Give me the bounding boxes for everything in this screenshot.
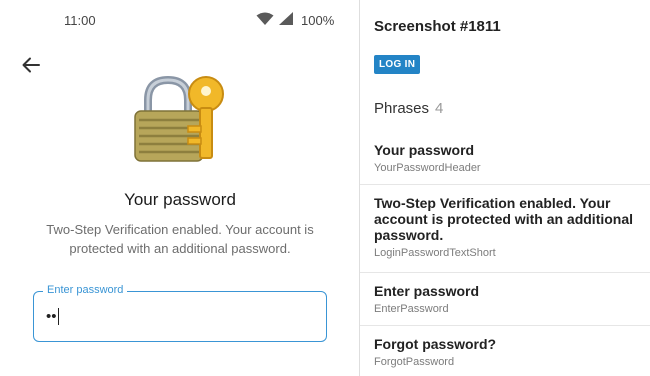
- phrase-text: Two-Step Verification enabled. Your acco…: [374, 195, 634, 243]
- phrase-key: ForgotPassword: [374, 356, 455, 368]
- password-field-label: Enter password: [43, 284, 128, 296]
- phrase-item[interactable]: Forgot password? ForgotPassword: [360, 336, 650, 376]
- signal-icon: [279, 12, 293, 25]
- phrase-item[interactable]: Your password YourPasswordHeader: [360, 142, 650, 185]
- phrases-panel: Screenshot #1811 LOG IN Phrases 4 Your pa…: [360, 0, 650, 376]
- lock-with-key-icon: [134, 75, 224, 162]
- password-input[interactable]: ••: [46, 305, 306, 327]
- password-field[interactable]: Enter password ••: [33, 284, 327, 342]
- login-button[interactable]: LOG IN: [374, 55, 421, 74]
- status-time: 11:00: [64, 13, 96, 28]
- status-bar: 11:00 100%: [0, 0, 360, 38]
- phone-screen: 11:00 100% Your password Two-Step Verifi…: [0, 0, 360, 376]
- password-value: ••: [46, 307, 57, 325]
- phrase-key: YourPasswordHeader: [374, 162, 481, 174]
- battery-level: 100%: [301, 13, 335, 28]
- phrase-item[interactable]: Two-Step Verification enabled. Your acco…: [360, 195, 650, 273]
- text-caret: [57, 307, 60, 325]
- page-title: Your password: [124, 190, 236, 209]
- phrases-count: 4: [435, 100, 444, 117]
- phrase-key: EnterPassword: [374, 303, 449, 315]
- phrases-header: Phrases 4: [374, 100, 443, 117]
- phrase-key: LoginPasswordTextShort: [374, 247, 496, 259]
- phrases-label: Phrases: [374, 100, 430, 117]
- phrase-item[interactable]: Enter password EnterPassword: [360, 283, 650, 326]
- phrase-text: Your password: [374, 142, 475, 158]
- back-button[interactable]: [18, 52, 44, 78]
- wifi-icon: [256, 12, 274, 25]
- panel-title: Screenshot #1811: [374, 18, 501, 35]
- page-subtitle: Two-Step Verification enabled. Your acco…: [46, 222, 314, 256]
- phrase-text: Enter password: [374, 283, 480, 299]
- status-icons: [256, 12, 293, 25]
- phrase-text: Forgot password?: [374, 336, 497, 352]
- arrow-left-icon: [22, 57, 40, 73]
